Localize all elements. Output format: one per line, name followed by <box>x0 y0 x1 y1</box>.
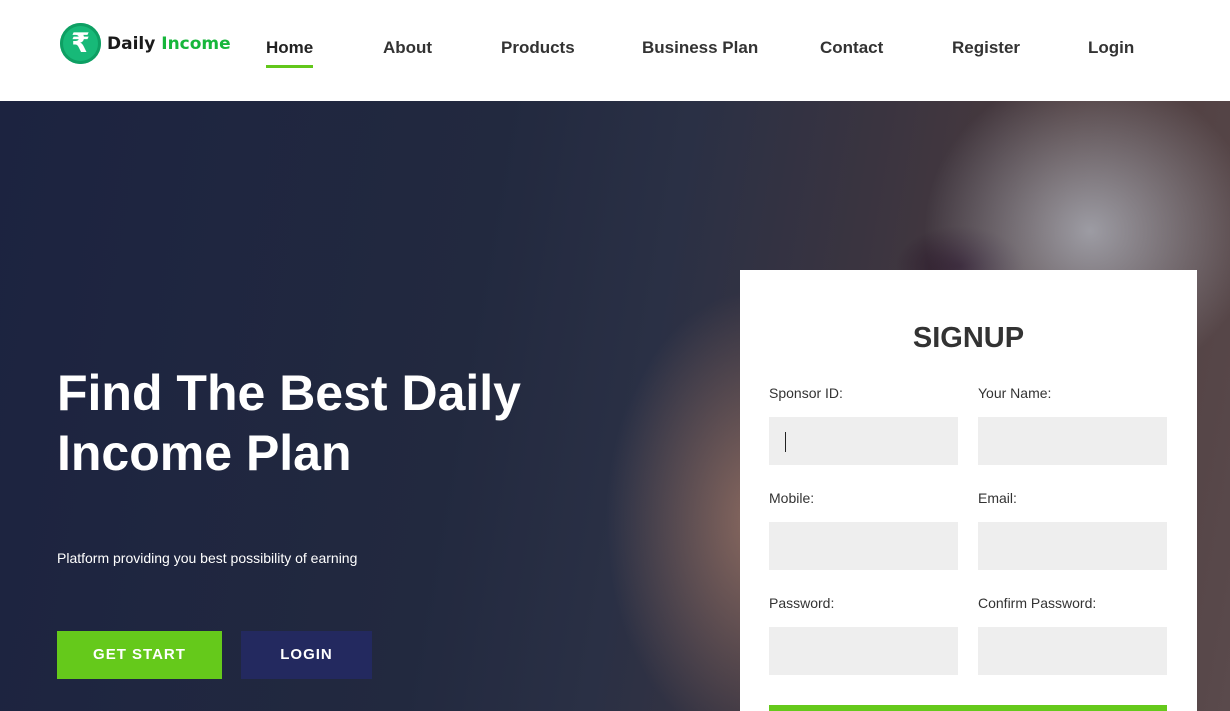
password-label: Password: <box>769 595 835 611</box>
email-label: Email: <box>978 490 1017 506</box>
sponsor-id-input[interactable] <box>769 417 958 465</box>
your-name-label: Your Name: <box>978 385 1052 401</box>
nav-contact[interactable]: Contact <box>820 38 883 58</box>
nav-login[interactable]: Login <box>1088 38 1134 58</box>
signup-title: SIGNUP <box>912 322 1025 354</box>
main-nav: Home About Products Business Plan Contac… <box>0 38 1230 68</box>
nav-business-plan[interactable]: Business Plan <box>642 38 758 58</box>
email-input[interactable] <box>978 522 1167 570</box>
hero-title: Find The Best Daily Income Plan <box>57 365 521 481</box>
signup-submit-button[interactable] <box>769 705 1167 711</box>
mobile-input[interactable] <box>769 522 958 570</box>
nav-about[interactable]: About <box>383 38 432 58</box>
signup-card: SIGNUP Sponsor ID: Your Name: Mobile: Em… <box>740 270 1197 711</box>
your-name-input[interactable] <box>978 417 1167 465</box>
get-start-button[interactable]: GET START <box>57 631 222 679</box>
mobile-label: Mobile: <box>769 490 815 506</box>
nav-home[interactable]: Home <box>266 38 314 68</box>
hero-login-button[interactable]: LOGIN <box>241 631 372 679</box>
confirm-password-label: Confirm Password: <box>978 595 1097 611</box>
confirm-password-input[interactable] <box>978 627 1167 675</box>
hero-subtitle: Platform providing you best possibility … <box>57 550 358 566</box>
sponsor-id-label: Sponsor ID: <box>769 385 843 401</box>
text-caret <box>785 432 786 452</box>
site-header: ₹ Daily Income Home About Products Busin… <box>0 0 1230 101</box>
nav-register[interactable]: Register <box>952 38 1020 58</box>
password-input[interactable] <box>769 627 958 675</box>
nav-products[interactable]: Products <box>501 38 575 58</box>
